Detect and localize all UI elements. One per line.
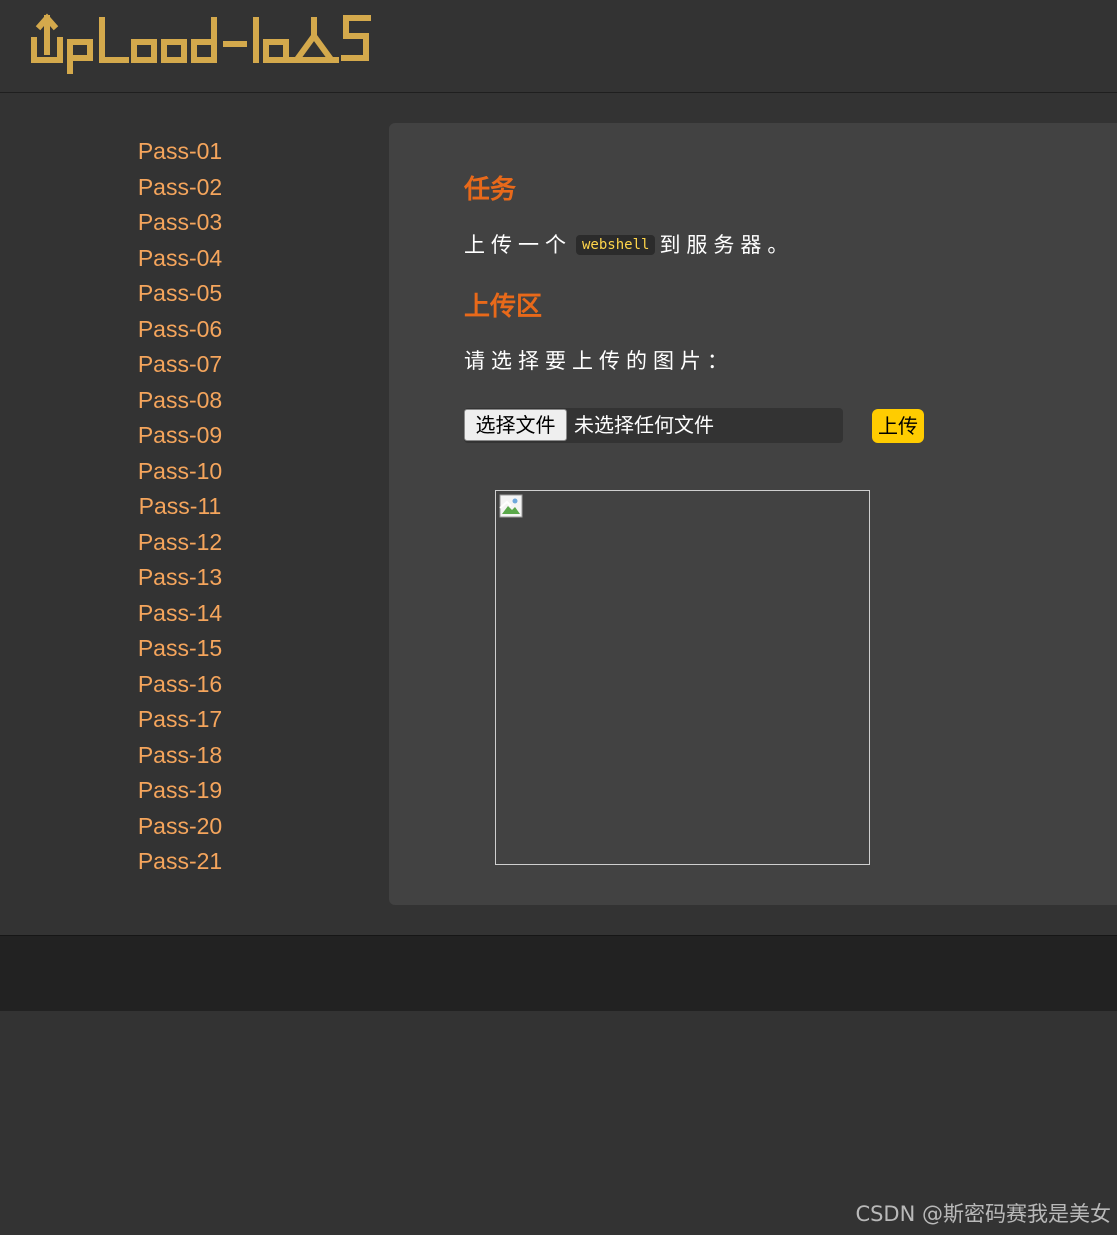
broken-image-icon	[499, 494, 523, 518]
nav-pass-11[interactable]: Pass-11	[0, 489, 360, 525]
upload-prompt: 请选择要上传的图片：	[464, 349, 734, 373]
level-nav: Pass-01 Pass-02 Pass-03 Pass-04 Pass-05 …	[0, 134, 360, 880]
nav-pass-21[interactable]: Pass-21	[0, 844, 360, 880]
csdn-watermark: CSDN @斯密码赛我是美女	[855, 1202, 1111, 1226]
nav-pass-03[interactable]: Pass-03	[0, 205, 360, 241]
nav-pass-12[interactable]: Pass-12	[0, 525, 360, 561]
file-status-text: 未选择任何文件	[574, 413, 714, 437]
choose-file-button[interactable]: 选择文件	[464, 409, 567, 441]
image-preview	[495, 490, 870, 865]
upload-area-heading: 上传区	[464, 292, 543, 322]
nav-pass-04[interactable]: Pass-04	[0, 241, 360, 277]
nav-pass-01[interactable]: Pass-01	[0, 134, 360, 170]
nav-pass-06[interactable]: Pass-06	[0, 312, 360, 348]
webshell-code: webshell	[576, 235, 656, 255]
nav-pass-09[interactable]: Pass-09	[0, 418, 360, 454]
nav-pass-02[interactable]: Pass-02	[0, 170, 360, 206]
nav-pass-10[interactable]: Pass-10	[0, 454, 360, 490]
task-suffix: 到服务器。	[659, 233, 795, 257]
nav-pass-19[interactable]: Pass-19	[0, 773, 360, 809]
nav-pass-13[interactable]: Pass-13	[0, 560, 360, 596]
nav-pass-14[interactable]: Pass-14	[0, 596, 360, 632]
nav-pass-08[interactable]: Pass-08	[0, 383, 360, 419]
task-description: 上传一个 webshell 到服务器。	[464, 229, 794, 259]
nav-pass-05[interactable]: Pass-05	[0, 276, 360, 312]
task-prefix: 上传一个	[464, 233, 572, 257]
footer	[0, 935, 1117, 1011]
site-logo[interactable]	[30, 12, 375, 75]
nav-pass-18[interactable]: Pass-18	[0, 738, 360, 774]
upload-button[interactable]: 上传	[872, 409, 924, 443]
nav-pass-15[interactable]: Pass-15	[0, 631, 360, 667]
nav-pass-17[interactable]: Pass-17	[0, 702, 360, 738]
nav-pass-16[interactable]: Pass-16	[0, 667, 360, 703]
main-panel: 任务 上传一个 webshell 到服务器。 上传区 请选择要上传的图片： 选择文件…	[389, 123, 1117, 905]
nav-pass-07[interactable]: Pass-07	[0, 347, 360, 383]
header	[0, 0, 1117, 93]
task-heading: 任务	[464, 175, 517, 205]
file-input[interactable]: 选择文件 未选择任何文件	[464, 408, 843, 443]
nav-pass-20[interactable]: Pass-20	[0, 809, 360, 845]
